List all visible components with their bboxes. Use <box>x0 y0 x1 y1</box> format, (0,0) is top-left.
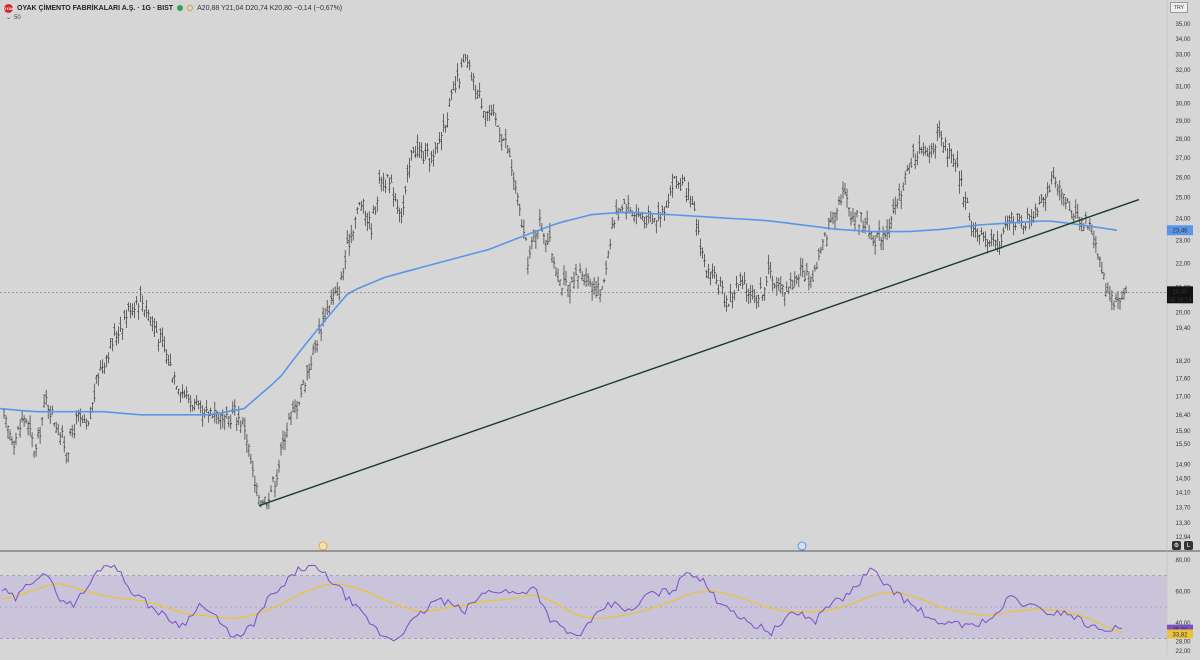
price-tick-label: 13,70 <box>1175 506 1191 512</box>
market-open-icon <box>177 5 184 11</box>
price-tick-label: 34,00 <box>1175 37 1191 43</box>
symbol-title[interactable]: OYAK ÇİMENTO FABRİKALARI A.Ş. · 1G · BIS… <box>17 5 173 12</box>
price-tick-label: 19,40 <box>1175 326 1191 332</box>
price-tick-label: 27,00 <box>1175 156 1191 162</box>
price-tick-label: 22,00 <box>1175 261 1191 267</box>
price-tick-label: 13,30 <box>1175 521 1191 527</box>
chevron-down-icon[interactable]: ⌄ <box>6 14 11 21</box>
bar-countdown-label: 04:18:14 <box>1168 297 1192 303</box>
price-tick-label: 17,00 <box>1175 394 1191 400</box>
price-tick-label: 31,00 <box>1175 85 1191 91</box>
symbol-header: OYAK OYAK ÇİMENTO FABRİKALARI A.Ş. · 1G … <box>2 2 343 14</box>
price-tick-label: 20,00 <box>1175 311 1191 317</box>
price-tick-label: 32,00 <box>1175 68 1191 74</box>
price-tick-label: 25,00 <box>1175 195 1191 201</box>
ma-value-label: 23,46 <box>1172 228 1188 234</box>
price-tick-label: 14,50 <box>1175 476 1191 482</box>
ohlc-readout: A20,88 Y21,04 D20,74 K20,80 −0,14 (−0,67… <box>197 4 343 12</box>
chart-background <box>0 0 1200 655</box>
price-tick-label: 15,50 <box>1175 442 1191 448</box>
price-tick-label: 14,90 <box>1175 462 1191 468</box>
ma-length-label: 50 <box>14 14 21 21</box>
rsi-tick-label: 22,00 <box>1175 649 1191 655</box>
price-tick-label: 15,90 <box>1175 429 1191 435</box>
price-tick-label: 29,00 <box>1175 119 1191 125</box>
dividend-marker-icon <box>797 541 807 551</box>
rsi-ma-value-label: 33,82 <box>1172 632 1188 638</box>
price-tick-label: 23,00 <box>1175 238 1191 244</box>
indicator-legend[interactable]: ⌄ 50 <box>6 14 21 22</box>
chart-canvas[interactable]: 35,00 34,00 33,00 32,00 31,00 30,00 29,00 28,00… <box>0 0 1200 655</box>
price-tick-label: 30,00 <box>1175 101 1191 107</box>
rsi-tick-label: 28,00 <box>1175 640 1191 646</box>
log-scale-button[interactable]: L <box>1184 541 1193 550</box>
company-logo: OYAK <box>2 3 15 13</box>
price-tick-label: 18,20 <box>1175 359 1191 365</box>
rsi-tick-label: 60,00 <box>1175 589 1191 595</box>
chart-root: 35,00 34,00 33,00 32,00 31,00 30,00 29,00 28,00… <box>0 0 1200 655</box>
price-tick-label: 35,00 <box>1175 22 1191 28</box>
price-tick-label: 14,10 <box>1175 491 1191 497</box>
price-tick-label: 24,00 <box>1175 217 1191 223</box>
price-tick-label: 17,60 <box>1175 376 1191 382</box>
currency-button[interactable]: TRY <box>1170 2 1188 13</box>
last-price-label: 20,80 <box>1172 289 1188 295</box>
data-status-icon <box>187 5 194 11</box>
rsi-tick-label: 80,00 <box>1175 558 1191 564</box>
dividend-marker-icon <box>318 541 328 551</box>
price-tick-label: 26,00 <box>1175 175 1191 181</box>
price-tick-label: 33,00 <box>1175 52 1191 58</box>
settings-icon[interactable]: ⚙ <box>1172 541 1181 550</box>
price-tick-label: 16,40 <box>1175 413 1191 419</box>
price-tick-label: 28,00 <box>1175 137 1191 143</box>
